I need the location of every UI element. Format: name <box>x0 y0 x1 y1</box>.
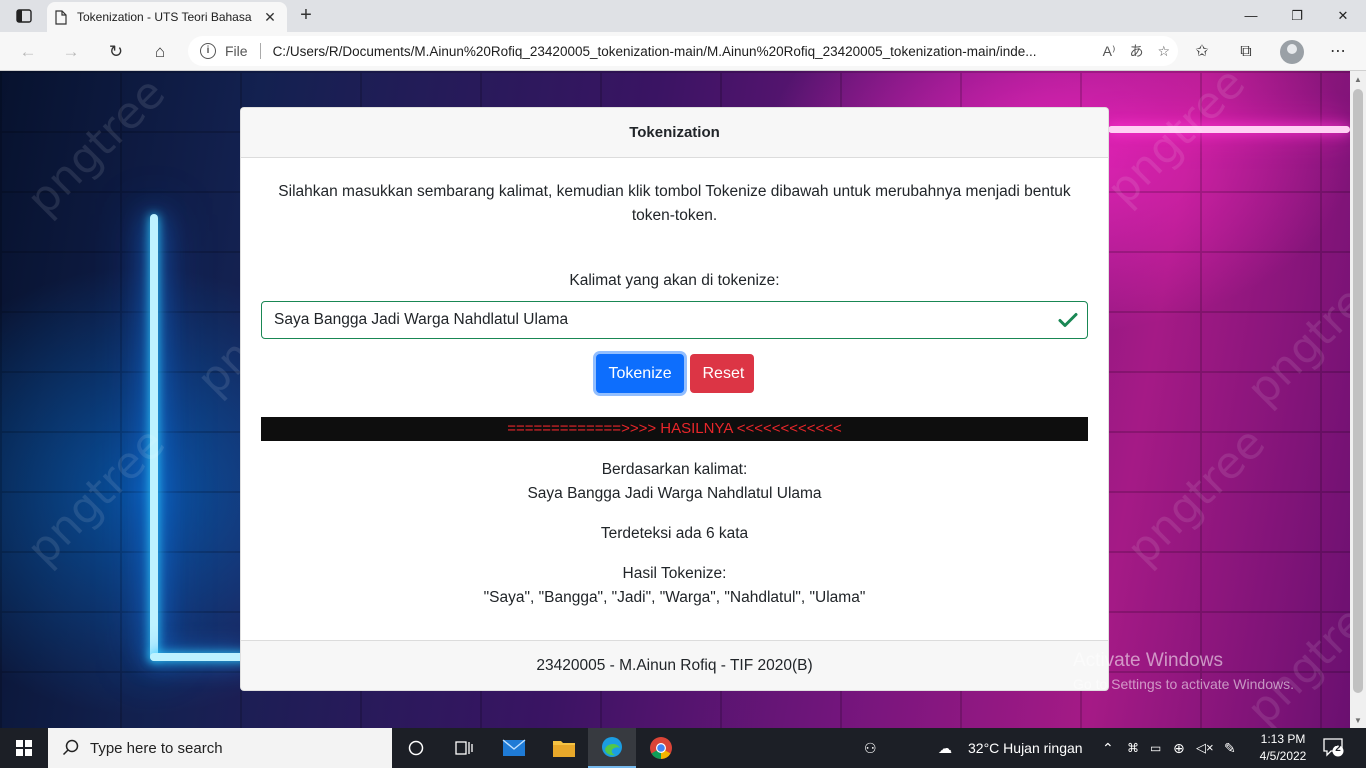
scroll-up-icon[interactable]: ▲ <box>1354 75 1362 84</box>
activate-subtitle: Go to Settings to activate Windows. <box>1073 676 1294 692</box>
start-button[interactable] <box>0 728 48 768</box>
info-icon[interactable]: i <box>200 43 216 59</box>
notification-icon[interactable]: 2 <box>1322 737 1346 759</box>
back-icon[interactable]: ← <box>14 38 42 66</box>
mail-icon[interactable] <box>490 728 538 768</box>
favorites-icon[interactable]: ✩ <box>1187 38 1217 66</box>
based-on-label: Berdasarkan kalimat: <box>601 461 748 478</box>
translate-icon[interactable]: あ <box>1129 41 1143 61</box>
tokenization-card: Tokenization Silahkan masukkan sembarang… <box>240 107 1109 691</box>
chrome-icon[interactable] <box>637 728 685 768</box>
clock-date: 4/5/2022 <box>1259 749 1307 763</box>
activate-windows-notice: Activate Windows Go to Settings to activ… <box>1073 650 1294 692</box>
page-icon <box>55 9 67 25</box>
cortana-icon[interactable] <box>392 728 440 768</box>
tokenize-button[interactable]: Tokenize <box>595 354 684 393</box>
search-icon <box>62 739 79 756</box>
browser-tab-bar: Tokenization - UTS Teori Bahasa ✕ + — ❐ … <box>0 0 1366 32</box>
card-footer: 23420005 - M.Ainun Rofiq - TIF 2020(B) <box>241 640 1108 690</box>
url-scheme-label: File <box>225 43 248 59</box>
taskbar-search[interactable]: Type here to search <box>48 728 392 768</box>
system-clock[interactable]: 1:13 PM 4/5/2022 <box>1252 731 1314 765</box>
detected-block: Terdeteksi ada 6 kata <box>241 522 1108 546</box>
detected-count: Terdeteksi ada 6 kata <box>600 525 749 542</box>
people-icon[interactable]: ⚇ <box>864 728 877 768</box>
search-placeholder: Type here to search <box>90 739 223 757</box>
refresh-icon[interactable]: ↻ <box>102 38 130 66</box>
scroll-thumb[interactable] <box>1353 89 1363 693</box>
network-icon[interactable]: ⊕ <box>1173 728 1185 768</box>
tokens-block: Hasil Tokenize: "Saya", "Bangga", "Jadi"… <box>241 562 1108 610</box>
file-explorer-icon[interactable] <box>540 728 588 768</box>
close-window-icon[interactable]: ✕ <box>1320 0 1366 32</box>
tokens-label: Hasil Tokenize: <box>622 565 727 582</box>
weather-text[interactable]: 32°C Hujan ringan <box>968 728 1083 768</box>
scroll-down-icon[interactable]: ▼ <box>1354 716 1362 725</box>
pen-icon[interactable]: ✎ <box>1224 728 1236 768</box>
result-header: =============>>>> HASILNYA <<<<<<<<<<<< <box>261 417 1088 441</box>
based-on-value: Saya Bangga Jadi Warga Nahdlatul Ulama <box>527 485 822 502</box>
windows-logo-icon <box>16 740 32 756</box>
url-text[interactable]: C:/Users/R/Documents/M.Ainun%20Rofiq_234… <box>273 44 1063 59</box>
forward-icon[interactable]: → <box>57 38 85 66</box>
add-favorite-icon[interactable]: ☆ <box>1157 43 1170 60</box>
restore-icon[interactable]: ❐ <box>1274 0 1320 32</box>
windows-taskbar: Type here to search ⚇ ☁ 32°C Hujan ringa… <box>0 728 1366 768</box>
new-tab-icon[interactable]: + <box>294 4 318 28</box>
based-on-block: Berdasarkan kalimat: Saya Bangga Jadi Wa… <box>241 458 1108 506</box>
minimize-icon[interactable]: — <box>1228 0 1274 32</box>
address-toolbar: ← → ↻ ⌂ i File C:/Users/R/Documents/M.Ai… <box>0 32 1366 71</box>
address-bar[interactable]: i File C:/Users/R/Documents/M.Ainun%20Ro… <box>188 36 1178 66</box>
activate-title: Activate Windows <box>1073 650 1223 671</box>
task-view-icon[interactable] <box>440 728 488 768</box>
sentence-input-wrapper <box>261 301 1088 339</box>
card-body: Silahkan masukkan sembarang kalimat, kem… <box>241 180 1108 610</box>
weather-icon[interactable]: ☁ <box>938 728 952 768</box>
clock-time: 1:13 PM <box>1260 732 1306 746</box>
tray-expand-icon[interactable]: ⌃ <box>1102 728 1114 768</box>
tab-actions-icon[interactable] <box>8 4 40 28</box>
volume-icon[interactable]: ◁× <box>1196 728 1214 768</box>
page-background: pngtree pngtree pngtree pngtree pngtree … <box>0 71 1350 728</box>
notification-count: 2 <box>1335 743 1341 754</box>
page-scrollbar[interactable]: ▲ ▼ <box>1350 71 1366 728</box>
neon-light-horizontal <box>150 653 250 661</box>
url-separator <box>259 43 261 59</box>
tab-close-icon[interactable]: ✕ <box>261 9 279 26</box>
home-icon[interactable]: ⌂ <box>146 38 174 66</box>
tab-title: Tokenization - UTS Teori Bahasa <box>77 10 252 24</box>
button-group: Tokenize Reset <box>241 354 1108 393</box>
browser-tab[interactable]: Tokenization - UTS Teori Bahasa ✕ <box>47 2 287 32</box>
reset-button[interactable]: Reset <box>689 354 754 393</box>
tokens-value: "Saya", "Bangga", "Jadi", "Warga", "Nahd… <box>483 589 866 606</box>
input-label: Kalimat yang akan di tokenize: <box>569 272 780 289</box>
battery-icon[interactable]: ▭ <box>1150 728 1161 768</box>
sentence-input[interactable] <box>261 301 1088 339</box>
read-aloud-icon[interactable]: A⁾ <box>1103 43 1116 60</box>
meet-now-icon[interactable]: ⌘ <box>1127 728 1139 768</box>
valid-check-icon <box>1058 313 1078 327</box>
intro-text: Silahkan masukkan sembarang kalimat, kem… <box>278 183 1071 224</box>
collections-icon[interactable]: ⧉ <box>1231 38 1261 66</box>
edge-browser-icon[interactable] <box>588 728 636 768</box>
card-title: Tokenization <box>241 108 1108 158</box>
profile-avatar[interactable] <box>1280 40 1304 64</box>
more-menu-icon[interactable]: ⋯ <box>1323 38 1353 66</box>
